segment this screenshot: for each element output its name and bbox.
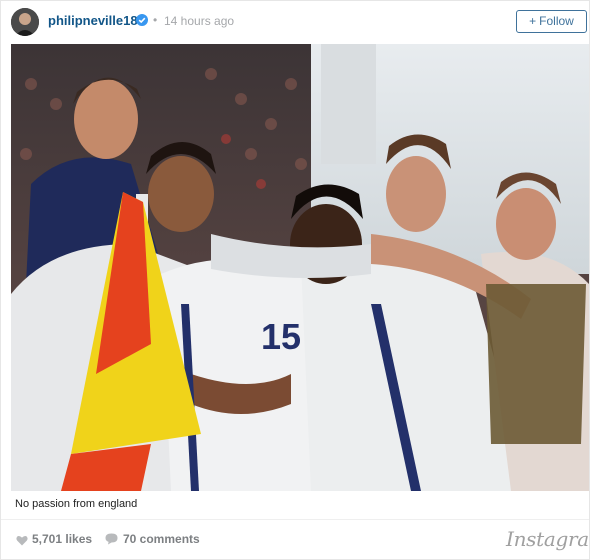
follow-button[interactable]: + Follow: [516, 10, 587, 33]
post-timestamp[interactable]: 14 hours ago: [164, 14, 234, 28]
post-footer: 5,701 likes 70 comments Instagram: [1, 519, 590, 560]
post-photo[interactable]: 15: [11, 44, 589, 491]
comments-count[interactable]: 70 comments: [123, 532, 200, 546]
avatar[interactable]: [11, 8, 39, 36]
instagram-logo[interactable]: Instagram: [506, 527, 590, 551]
follow-label: Follow: [539, 14, 574, 28]
plus-icon: +: [529, 14, 537, 28]
likes-count[interactable]: 5,701 likes: [32, 532, 92, 546]
username-link[interactable]: philipneville18: [48, 13, 138, 28]
post-header: philipneville18 • 14 hours ago + Follow: [1, 1, 589, 43]
meta-separator: •: [153, 13, 158, 27]
shirt-number: 15: [261, 316, 301, 357]
heart-icon[interactable]: [16, 533, 28, 546]
instagram-embed-card: philipneville18 • 14 hours ago +Follow: [0, 0, 590, 560]
verified-badge-icon: [136, 14, 148, 26]
speech-bubble-icon[interactable]: [105, 532, 118, 545]
post-caption: No passion from england: [15, 498, 138, 510]
